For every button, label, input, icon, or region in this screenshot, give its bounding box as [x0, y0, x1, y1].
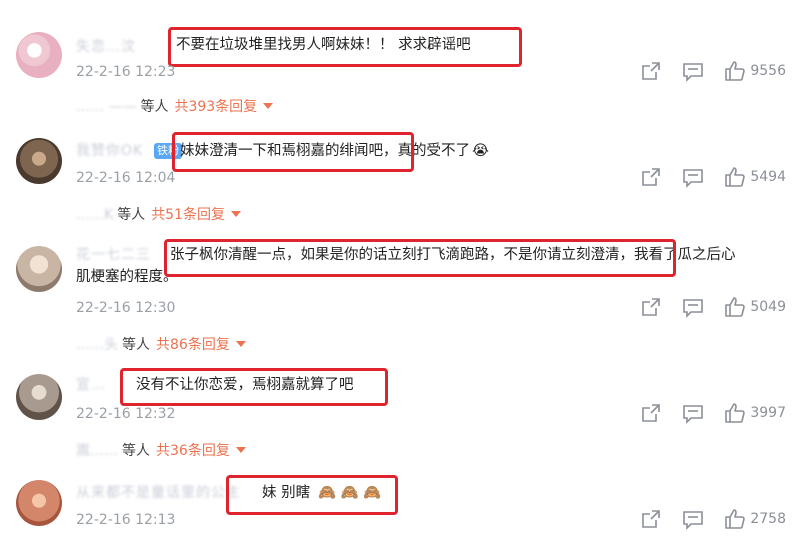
share-button[interactable] [640, 296, 662, 318]
reply-summary[interactable]: ……头 等人 共86条回复 [76, 334, 246, 354]
reply-deng: 等人 [140, 99, 169, 115]
commenter-name[interactable]: 宣… [76, 374, 106, 394]
crying-emoji-icon: 😭 [472, 143, 489, 159]
reply-button[interactable] [682, 508, 704, 530]
reply-count[interactable]: 共36条回复 [156, 443, 230, 459]
reply-count[interactable]: 共393条回复 [174, 99, 257, 115]
like-button[interactable]: 3997 [724, 402, 786, 424]
commenter-name[interactable]: 从来都不是童话里的公主 [76, 482, 241, 502]
highlight-box [226, 475, 398, 515]
share-icon [642, 298, 661, 316]
reply-count[interactable]: 共51条回复 [151, 207, 225, 223]
share-icon [642, 510, 661, 528]
reply-users: ……K [76, 207, 114, 223]
comment-time: 22-2-16 12:13 [76, 512, 176, 528]
reply-button[interactable] [682, 402, 704, 424]
reply-users: ……头 [76, 337, 118, 353]
caret-down-icon[interactable] [263, 103, 274, 109]
caret-down-icon[interactable] [235, 341, 246, 347]
like-icon [725, 509, 746, 529]
comment-time: 22-2-16 12:23 [76, 64, 176, 80]
reply-users: …… —— [76, 99, 137, 115]
comment-icon [683, 299, 704, 318]
comment-actions: 9556 [640, 60, 786, 82]
comment-icon [683, 169, 704, 188]
reply-count[interactable]: 共86条回复 [156, 337, 230, 353]
like-icon [725, 61, 746, 81]
comment-icon [683, 405, 704, 424]
like-count: 2758 [750, 511, 786, 527]
share-button[interactable] [640, 60, 662, 82]
comment-actions: 3997 [640, 402, 786, 424]
comment-actions: 2758 [640, 508, 786, 530]
like-count: 5494 [750, 169, 786, 185]
caret-down-icon[interactable] [235, 447, 246, 453]
like-button[interactable]: 5494 [724, 166, 786, 188]
comment-item: 失恋…汶 不要在垃圾堆里找男人啊妹妹！！ 求求辟谣吧 22-2-16 12:23… [0, 0, 800, 118]
avatar[interactable] [16, 480, 62, 526]
reply-users: 嵩…… [76, 443, 118, 459]
caret-down-icon[interactable] [231, 211, 242, 217]
comment-actions: 5049 [640, 296, 786, 318]
reply-deng: 等人 [117, 207, 146, 223]
highlight-box [168, 27, 522, 67]
comment-item: 我赞你OK 铁粉 妹妹澄清一下和焉栩嘉的绯闻吧，真的受不了 😭 22-2-16 1… [0, 118, 800, 230]
share-icon [642, 62, 661, 80]
comment-time: 22-2-16 12:30 [76, 300, 176, 316]
commenter-name-text: 我赞你OK [76, 143, 144, 159]
highlight-box [120, 368, 388, 406]
like-button[interactable]: 5049 [724, 296, 786, 318]
avatar[interactable] [16, 374, 62, 420]
comment-actions: 5494 [640, 166, 786, 188]
reply-button[interactable] [682, 166, 704, 188]
comment-item: 花一七二三 张子枫你清醒一点，如果是你的话立刻打飞滴跑路，不是你请立刻澄清，我看… [0, 230, 800, 360]
like-button[interactable]: 9556 [724, 60, 786, 82]
like-icon [725, 167, 746, 187]
comment-time: 22-2-16 12:04 [76, 170, 176, 186]
like-button[interactable]: 2758 [724, 508, 786, 530]
highlight-box [172, 132, 414, 172]
share-icon [642, 168, 661, 186]
reply-summary[interactable]: 嵩…… 等人 共36条回复 [76, 440, 246, 460]
reply-button[interactable] [682, 296, 704, 318]
like-count: 3997 [750, 405, 786, 421]
share-button[interactable] [640, 508, 662, 530]
like-icon [725, 297, 746, 317]
commenter-name[interactable]: 失恋…汶 [76, 36, 136, 56]
comment-item: 从来都不是童话里的公主 妹 别瞎 🙈 🙈 🙈 22-2-16 12:13 2758 [0, 470, 800, 544]
like-icon [725, 403, 746, 423]
highlight-box [164, 239, 676, 277]
like-count: 5049 [750, 299, 786, 315]
avatar[interactable] [16, 246, 62, 292]
comment-icon [683, 511, 704, 530]
comment-time: 22-2-16 12:32 [76, 406, 176, 422]
share-button[interactable] [640, 166, 662, 188]
avatar[interactable] [16, 138, 62, 184]
avatar[interactable] [16, 32, 62, 78]
comment-text-line2: 肌梗塞的程度。 [76, 269, 178, 285]
comment-item: 宣… 没有不让你恋爱，焉栩嘉就算了吧 22-2-16 12:32 3997 嵩…… [0, 360, 800, 470]
reply-deng: 等人 [122, 443, 150, 459]
reply-summary[interactable]: ……K 等人 共51条回复 [76, 204, 242, 224]
reply-button[interactable] [682, 60, 704, 82]
reply-summary[interactable]: …… —— 等人 共393条回复 [76, 96, 274, 116]
commenter-name[interactable]: 花一七二三 [76, 244, 151, 264]
comment-icon [683, 63, 704, 82]
like-count: 9556 [750, 63, 786, 79]
share-button[interactable] [640, 402, 662, 424]
commenter-name[interactable]: 我赞你OK [76, 140, 143, 160]
reply-deng: 等人 [122, 337, 150, 353]
share-icon [642, 404, 661, 422]
